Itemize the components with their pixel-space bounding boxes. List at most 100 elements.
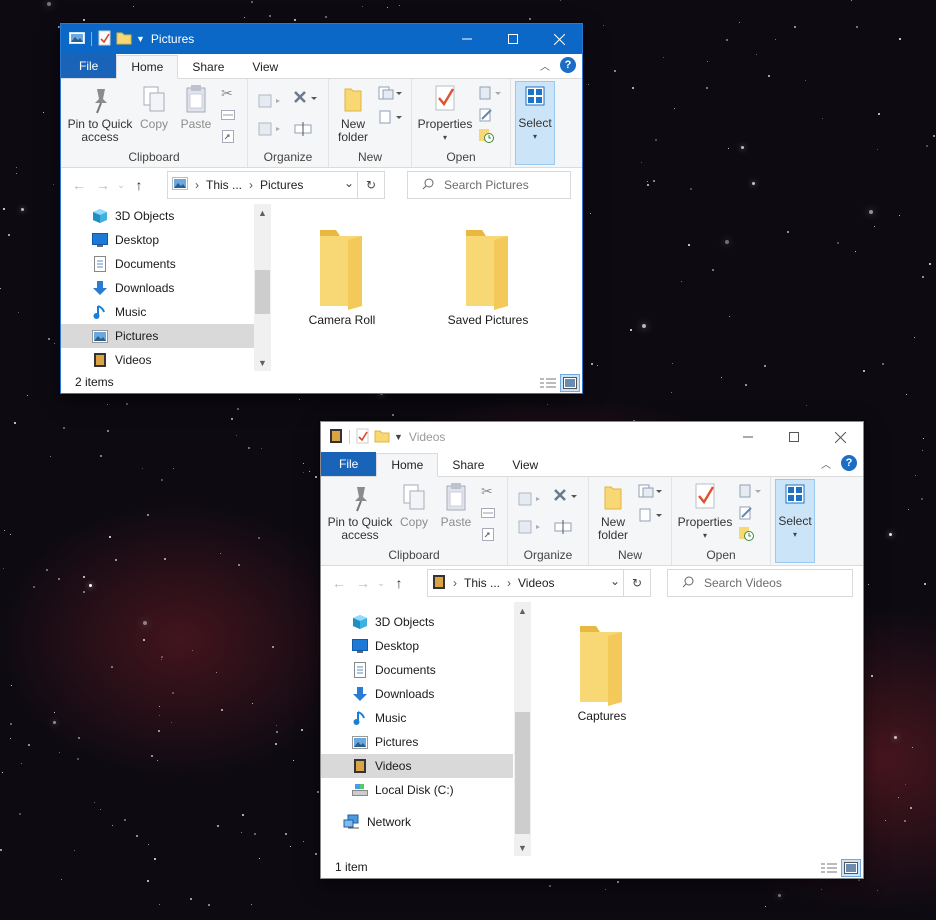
- search-box[interactable]: [667, 569, 853, 597]
- maximize-button[interactable]: [490, 24, 536, 54]
- breadcrumb-videos[interactable]: Videos: [518, 576, 554, 590]
- nav-item-pictures[interactable]: Pictures: [321, 730, 513, 754]
- copy-path-icon[interactable]: [481, 507, 495, 521]
- nav-item-3d-objects[interactable]: 3D Objects: [321, 610, 513, 634]
- scroll-thumb[interactable]: [255, 270, 270, 314]
- scroll-up-icon[interactable]: ▲: [514, 602, 531, 619]
- nav-item-music[interactable]: Music: [321, 706, 513, 730]
- properties-button[interactable]: Properties ▾: [414, 83, 476, 144]
- maximize-button[interactable]: [771, 422, 817, 452]
- nav-item-downloads[interactable]: Downloads: [321, 682, 513, 706]
- paste-shortcut-icon[interactable]: [221, 129, 235, 146]
- title-bar[interactable]: ▼ Videos: [321, 422, 863, 452]
- open-icon[interactable]: [478, 85, 504, 104]
- new-folder-button[interactable]: New folder: [333, 83, 373, 144]
- back-button[interactable]: ←: [327, 575, 351, 591]
- details-view-icon[interactable]: [819, 859, 839, 877]
- paste-shortcut-icon[interactable]: [481, 527, 495, 544]
- address-bar[interactable]: › This ... › Videos ⌄ ↻: [427, 569, 651, 597]
- title-bar[interactable]: ▼ Pictures: [61, 24, 582, 54]
- nav-item-downloads[interactable]: Downloads: [61, 276, 271, 300]
- delete-icon[interactable]: [552, 487, 580, 510]
- select-button[interactable]: Select ▾: [515, 81, 555, 165]
- nav-item-pictures[interactable]: Pictures: [61, 324, 271, 348]
- help-icon[interactable]: ?: [841, 455, 857, 471]
- large-icons-view-icon[interactable]: [841, 859, 861, 877]
- refresh-icon[interactable]: ↻: [623, 570, 650, 596]
- tab-share[interactable]: Share: [178, 56, 238, 78]
- open-icon[interactable]: [738, 483, 764, 502]
- minimize-button[interactable]: [725, 422, 771, 452]
- copy-button[interactable]: Copy: [397, 481, 431, 529]
- nav-scrollbar[interactable]: ▲ ▼: [514, 602, 531, 856]
- new-item-icon[interactable]: [637, 483, 663, 502]
- nav-item-documents[interactable]: Documents: [321, 658, 513, 682]
- recent-locations-button[interactable]: ⌄: [375, 578, 387, 589]
- tab-file[interactable]: File: [321, 452, 377, 476]
- ribbon-collapse-icon[interactable]: ︿: [540, 58, 550, 73]
- up-button[interactable]: ↑: [387, 575, 411, 591]
- history-icon[interactable]: [478, 127, 494, 146]
- history-icon[interactable]: [738, 525, 754, 544]
- close-button[interactable]: [817, 422, 863, 452]
- move-to-icon[interactable]: [258, 93, 282, 112]
- nav-item-music[interactable]: Music: [61, 300, 271, 324]
- cut-icon[interactable]: ✂: [221, 85, 233, 102]
- search-box[interactable]: [407, 171, 571, 199]
- ribbon-collapse-icon[interactable]: ︿: [821, 456, 831, 471]
- search-input[interactable]: [442, 177, 566, 193]
- scroll-down-icon[interactable]: ▼: [254, 354, 271, 371]
- large-icons-view-icon[interactable]: [560, 374, 580, 392]
- folder-item[interactable]: Captures: [547, 622, 657, 723]
- qat-dropdown-icon[interactable]: ▼: [394, 432, 403, 442]
- details-view-icon[interactable]: [538, 374, 558, 392]
- videos-app-icon[interactable]: [329, 428, 343, 447]
- tab-file[interactable]: File: [61, 54, 117, 78]
- address-bar[interactable]: › This ... › Pictures ⌄ ↻: [167, 171, 385, 199]
- edit-icon[interactable]: [478, 107, 494, 126]
- cut-icon[interactable]: ✂: [481, 483, 493, 500]
- nav-item-network[interactable]: Network: [321, 810, 513, 834]
- minimize-button[interactable]: [444, 24, 490, 54]
- pin-quick-access-button[interactable]: Pin to Quick access: [325, 481, 395, 542]
- new-item-icon[interactable]: [377, 85, 403, 104]
- rename-icon[interactable]: [554, 519, 574, 538]
- scroll-up-icon[interactable]: ▲: [254, 204, 271, 221]
- help-icon[interactable]: ?: [560, 57, 576, 73]
- breadcrumb-this-pc[interactable]: This ...: [206, 178, 242, 192]
- select-button[interactable]: Select ▾: [775, 479, 815, 563]
- nav-item-desktop[interactable]: Desktop: [61, 228, 271, 252]
- breadcrumb-pictures[interactable]: Pictures: [260, 178, 303, 192]
- nav-item-3d-objects[interactable]: 3D Objects: [61, 204, 271, 228]
- nav-item-local-disk[interactable]: Local Disk (C:): [321, 778, 513, 802]
- copy-to-icon[interactable]: [258, 121, 282, 140]
- back-button[interactable]: ←: [67, 177, 91, 193]
- copy-to-icon[interactable]: [518, 519, 542, 538]
- tab-home[interactable]: Home: [376, 453, 439, 477]
- new-folder-qat-icon[interactable]: [374, 428, 390, 447]
- refresh-icon[interactable]: ↻: [357, 172, 384, 198]
- qat-dropdown-icon[interactable]: ▼: [136, 34, 145, 44]
- folder-item[interactable]: Camera Roll: [287, 226, 397, 327]
- address-dropdown-icon[interactable]: ⌄: [344, 176, 354, 190]
- properties-qat-icon[interactable]: [356, 428, 370, 447]
- copy-path-icon[interactable]: [221, 109, 235, 123]
- paste-button[interactable]: Paste: [177, 83, 215, 131]
- easy-access-icon[interactable]: [637, 507, 663, 526]
- up-button[interactable]: ↑: [127, 177, 151, 193]
- tab-view[interactable]: View: [238, 56, 292, 78]
- move-to-icon[interactable]: [518, 491, 542, 510]
- tab-home[interactable]: Home: [116, 55, 179, 79]
- new-folder-button[interactable]: New folder: [593, 481, 633, 542]
- nav-item-videos[interactable]: Videos: [321, 754, 513, 778]
- delete-icon[interactable]: [292, 89, 320, 112]
- recent-locations-button[interactable]: ⌄: [115, 180, 127, 191]
- rename-icon[interactable]: [294, 121, 314, 140]
- breadcrumb-this-pc[interactable]: This ...: [464, 576, 500, 590]
- forward-button[interactable]: →: [91, 177, 115, 193]
- paste-button[interactable]: Paste: [437, 481, 475, 529]
- folder-item[interactable]: Saved Pictures: [433, 226, 543, 327]
- nav-item-videos[interactable]: Videos: [61, 348, 271, 371]
- address-dropdown-icon[interactable]: ⌄: [610, 574, 620, 588]
- pin-quick-access-button[interactable]: Pin to Quick access: [65, 83, 135, 144]
